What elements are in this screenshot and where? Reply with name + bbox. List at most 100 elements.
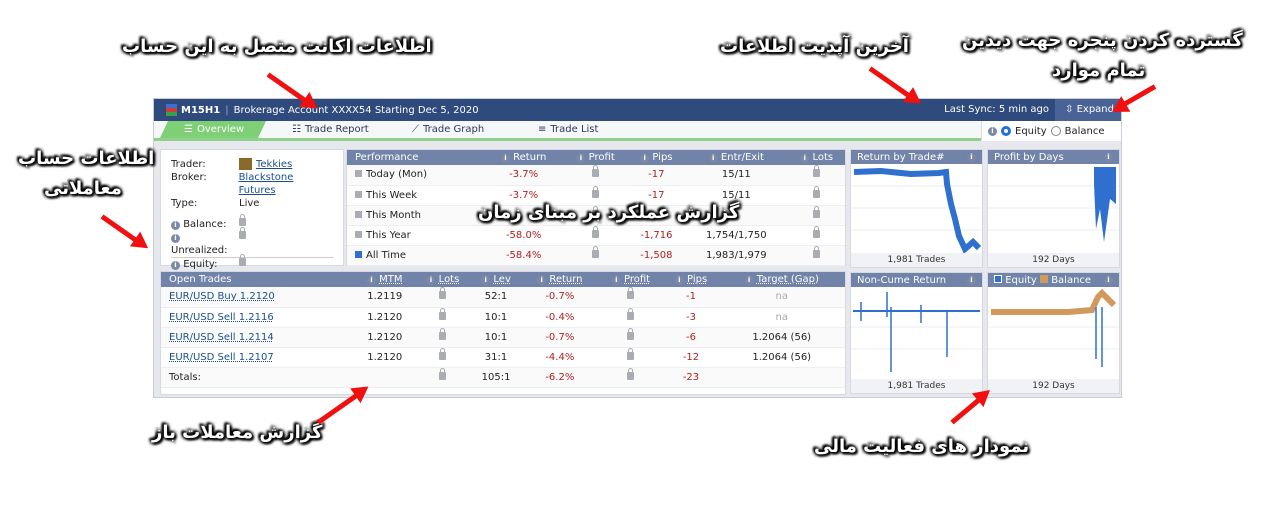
tab-overview[interactable]: ☰ Overview: [160, 121, 266, 138]
legend-equity: Equity: [1005, 274, 1037, 286]
column-header[interactable]: i Target (Gap): [718, 272, 845, 287]
info-icon[interactable]: i: [500, 154, 510, 163]
info-icon[interactable]: i: [576, 154, 586, 163]
lock-icon: [813, 205, 821, 218]
trade-row: EUR/USD Sell 1.2116 1.2120 10:1 -0.4% -3 na: [161, 307, 845, 328]
info-icon[interactable]: i: [640, 154, 650, 163]
info-icon[interactable]: i: [426, 276, 436, 285]
column-header[interactable]: i MTM: [354, 272, 415, 287]
tab-trade-list[interactable]: ≡ Trade List: [538, 124, 598, 135]
column-header: i Profit: [562, 150, 629, 165]
account-title: Brokerage Account XXXX54 Starting Dec 5,…: [233, 104, 479, 116]
column-header[interactable]: i Lev: [470, 272, 522, 287]
info-icon[interactable]: i: [481, 276, 491, 285]
lock-icon: [813, 225, 821, 238]
period: Today (Mon): [366, 169, 427, 181]
info-icon[interactable]: i: [366, 276, 376, 285]
broker-link[interactable]: Blackstone Futures: [239, 171, 333, 197]
info-icon[interactable]: i: [537, 276, 547, 285]
header-label: Target (Gap): [756, 274, 819, 285]
info-icon[interactable]: i: [1104, 152, 1113, 162]
header-label: Entr/Exit: [720, 152, 764, 163]
profit-by-days-plot: [988, 167, 1119, 242]
arrow-icon: [100, 214, 140, 244]
column-header: i Entr/Exit: [684, 150, 789, 165]
column-header[interactable]: i Return: [521, 272, 599, 287]
trade-link[interactable]: EUR/USD Buy 1.2120: [169, 291, 275, 302]
broker-label: Broker:: [171, 172, 207, 183]
lock-icon: [627, 307, 635, 320]
return-line: [853, 167, 982, 254]
profit-area: [1094, 167, 1116, 242]
lock-icon: [439, 307, 447, 320]
header-label: Lots: [438, 274, 460, 285]
info-icon[interactable]: i: [967, 152, 976, 162]
trader-link[interactable]: Tekkies: [256, 158, 292, 171]
info-icon[interactable]: i: [967, 275, 976, 285]
period: All Time: [366, 249, 407, 261]
info-icon[interactable]: i: [611, 276, 621, 285]
header-label: Pips: [687, 274, 708, 285]
entr-exit: 15/11: [684, 165, 789, 186]
return: -4.4%: [521, 347, 599, 368]
info-icon[interactable]: i: [988, 126, 997, 136]
return: -6.2%: [521, 367, 599, 388]
profit-by-days-chart: Profit by Days i 192 Days: [987, 149, 1120, 268]
trade-link[interactable]: EUR/USD Sell 1.2114: [169, 332, 274, 343]
balance-label: Balance: [1064, 125, 1105, 137]
balance-radio[interactable]: [1050, 126, 1061, 136]
column-header: i Return: [484, 150, 563, 165]
equity-radio[interactable]: [1001, 126, 1011, 136]
info-icon[interactable]: i: [708, 154, 718, 163]
chart-title: Non-Cume Return: [857, 274, 947, 286]
lines-icon: ≡: [538, 124, 547, 135]
arrow-icon: [950, 396, 983, 425]
column-header[interactable]: i Lots: [414, 272, 471, 287]
return: -58.0%: [484, 225, 563, 246]
info-icon[interactable]: i: [674, 276, 684, 285]
chart-footer: 192 Days: [988, 253, 1119, 267]
equity-balance-plot: [988, 288, 1119, 367]
info-icon[interactable]: i: [744, 276, 754, 285]
performance-row: All Time -58.4% -1,508 1,983/1,979: [347, 245, 845, 266]
tab-trade-graph[interactable]: ⟋ Trade Graph: [412, 124, 484, 135]
tab-trade-report[interactable]: ☷ Trade Report: [292, 124, 369, 135]
tab-label: Overview: [196, 124, 245, 135]
info-icon[interactable]: i: [800, 154, 810, 163]
list-icon: ☷: [292, 124, 301, 135]
account-type: Live: [239, 198, 260, 209]
lock-icon: [813, 185, 821, 198]
pips: -23: [663, 367, 719, 388]
non-cume-return-chart: Non-Cume Return i 1,981 Trades: [850, 272, 983, 394]
column-header: i Lots: [788, 150, 845, 165]
lock-icon: [813, 245, 821, 258]
header-label: Performance: [355, 152, 419, 163]
trade-link[interactable]: EUR/USD Sell 1.2107: [169, 352, 274, 363]
period: This Week: [366, 189, 418, 201]
row-icon: [355, 230, 362, 238]
annotation-performance: گزارش عملکرد بر مبنای زمان: [478, 202, 740, 223]
return: -0.7%: [521, 287, 599, 308]
annotation-open-trades: گزارش معاملات باز: [152, 422, 323, 443]
lock-icon: [592, 245, 600, 258]
info-icon[interactable]: i: [171, 221, 180, 230]
column-header: Performance: [347, 150, 485, 165]
pips: -12: [663, 347, 719, 368]
trade-link[interactable]: EUR/USD Sell 1.2116: [169, 312, 274, 323]
expand-icon: ⇳: [1065, 104, 1074, 115]
info-icon[interactable]: i: [1104, 275, 1113, 285]
pips: -1,716: [628, 225, 685, 246]
column-header[interactable]: i Pips: [663, 272, 719, 287]
info-icon[interactable]: i: [171, 261, 180, 270]
pips: -6: [663, 327, 719, 348]
chart-title: Return by Trade#: [857, 151, 945, 163]
tab-label: Trade Report: [304, 124, 369, 135]
leverage: 10:1: [470, 327, 522, 348]
column-header[interactable]: i Profit: [598, 272, 664, 287]
chart-title: Profit by Days: [994, 151, 1064, 163]
info-icon[interactable]: i: [171, 234, 180, 243]
annotation-trading-account-line2: معاملاتی: [44, 178, 122, 199]
header-label: Profit: [624, 274, 651, 285]
open-trades-table: Open Trades i MTM i Lots i Lev i Return i Pro…: [161, 272, 845, 388]
leverage: 31:1: [470, 347, 522, 368]
